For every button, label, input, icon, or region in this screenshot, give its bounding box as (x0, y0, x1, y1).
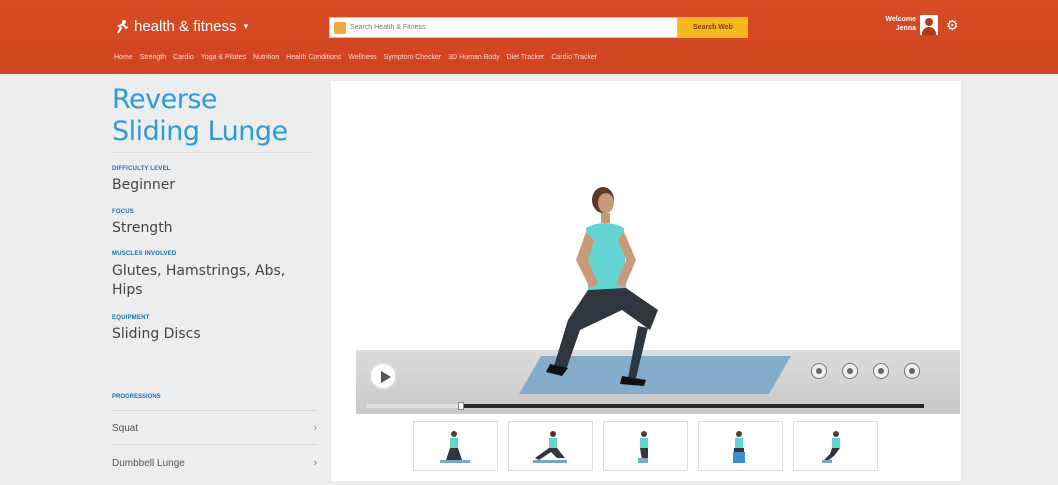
avatar-body (922, 27, 936, 35)
difficulty-label: DIFFICULTY LEVEL (112, 166, 171, 172)
brand-name: health & fitness (134, 18, 237, 35)
chevron-right-icon: › (313, 422, 317, 434)
muscles-value: Glutes, Hamstrings, Abs, Hips (112, 263, 286, 298)
thumbnail-strip (413, 421, 878, 471)
divider (112, 410, 317, 411)
nav-symptom-checker[interactable]: Symptom Checker (384, 54, 442, 61)
hd-icon[interactable] (873, 363, 889, 379)
page-title: Reverse Sliding Lunge (112, 84, 288, 147)
thumbnail-step-4[interactable] (698, 421, 783, 471)
progression-item-squat[interactable]: Squat › (112, 418, 317, 438)
thumbnail-step-3[interactable] (603, 421, 688, 471)
header-bar: health & fitness ▾ Search Web Welcome Je… (0, 0, 1058, 50)
progression-label: Squat (112, 422, 139, 434)
runner-icon (117, 19, 129, 34)
caption-icon[interactable] (811, 363, 827, 379)
pose-1-icon (440, 431, 470, 463)
pose-4-icon (733, 431, 745, 463)
athlete-image (546, 187, 658, 386)
search-box (329, 17, 678, 38)
video-progress-track[interactable] (366, 402, 924, 410)
pose-5-icon (822, 431, 840, 463)
nav-wellness[interactable]: Wellness (348, 54, 376, 61)
fullscreen-icon[interactable] (904, 363, 920, 379)
welcome-text: Welcome Jenna (872, 15, 916, 33)
progression-label: Dumbbell Lunge (112, 457, 185, 469)
nav-cardio-tracker[interactable]: Cardio Tracker (551, 54, 597, 61)
video-progress-fill (366, 404, 461, 408)
nav-diet-tracker[interactable]: Diet Tracker (507, 54, 545, 61)
chevron-right-icon: › (313, 457, 317, 469)
progressions-label: PROGRESSIONS (112, 394, 161, 400)
muscles-label: MUSCLES INVOLVED (112, 251, 177, 257)
nav-bar: Home Strength Cardio Yoga & Pilates Nutr… (114, 54, 597, 61)
welcome-label: Welcome (885, 16, 916, 23)
gear-icon[interactable]: ⚙ (946, 18, 960, 32)
equipment-value: Sliding Discs (112, 326, 201, 342)
divider (112, 152, 312, 153)
nav-home[interactable]: Home (114, 54, 133, 61)
nav-strength[interactable]: Strength (140, 54, 166, 61)
info-icon[interactable] (842, 363, 858, 379)
exercise-sidebar: Reverse Sliding Lunge DIFFICULTY LEVEL B… (112, 84, 317, 469)
video-progress-knob[interactable] (457, 402, 464, 410)
pose-3-icon (638, 431, 648, 463)
thumbnail-step-5[interactable] (793, 421, 878, 471)
thumbnail-step-1[interactable] (413, 421, 498, 471)
avatar[interactable] (920, 15, 938, 35)
nav-health-conditions[interactable]: Health Conditions (286, 54, 341, 61)
focus-label: FOCUS (112, 209, 134, 215)
bing-icon (334, 21, 346, 34)
search-button[interactable]: Search Web (678, 17, 748, 38)
thumbnail-step-2[interactable] (508, 421, 593, 471)
chevron-down-icon: ▾ (243, 21, 249, 31)
user-name: Jenna (895, 25, 916, 32)
play-button[interactable] (369, 362, 397, 390)
divider (112, 444, 317, 445)
nav-3d-body[interactable]: 3D Human Body (448, 54, 499, 61)
nav-cardio[interactable]: Cardio (173, 54, 194, 61)
nav-nutrition[interactable]: Nutrition (253, 54, 279, 61)
pose-2-icon (533, 431, 567, 463)
search-input[interactable] (350, 24, 670, 31)
brand-logo[interactable]: health & fitness ▾ (114, 18, 248, 35)
nav-yoga[interactable]: Yoga & Pilates (201, 54, 246, 61)
avatar-head (925, 18, 933, 26)
focus-value: Strength (112, 220, 173, 236)
top-header: health & fitness ▾ Search Web Welcome Je… (0, 0, 1058, 74)
equipment-label: EQUIPMENT (112, 315, 150, 321)
progression-item-dumbbell-lunge[interactable]: Dumbbell Lunge › (112, 453, 317, 473)
difficulty-value: Beginner (112, 177, 176, 193)
